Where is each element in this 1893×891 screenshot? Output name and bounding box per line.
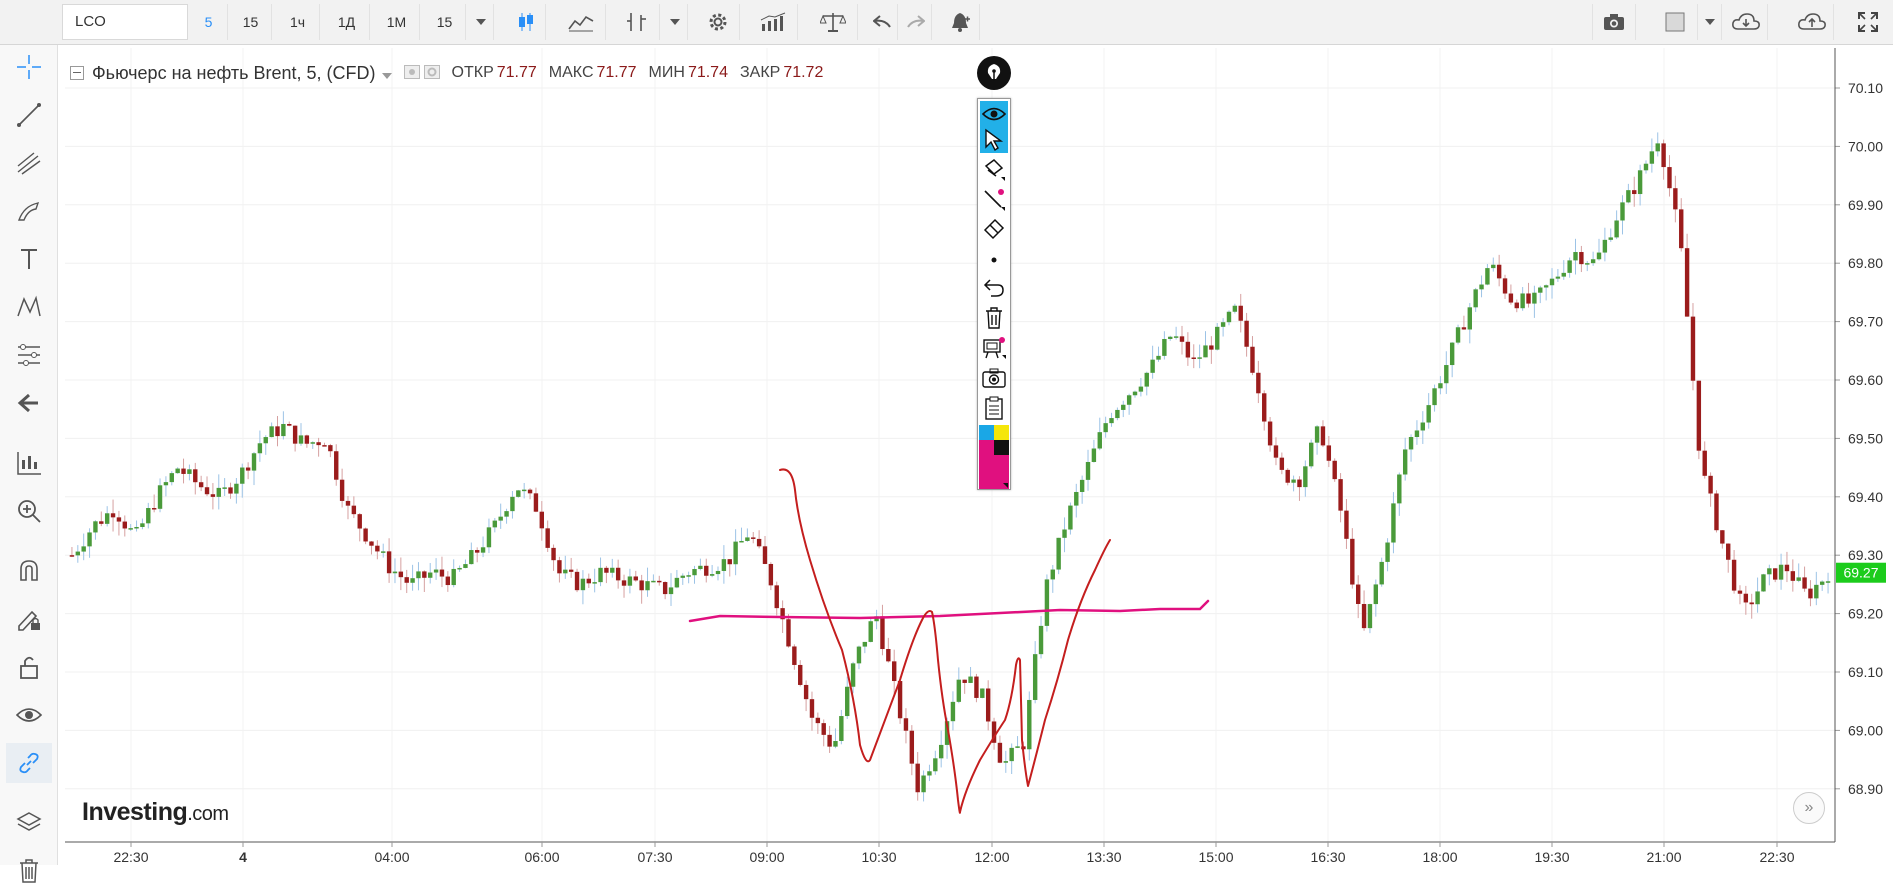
candle [1761, 573, 1766, 592]
candle [1696, 380, 1702, 460]
x-tick-label: 15:00 [1198, 849, 1233, 865]
y-tick-label: 69.00 [1848, 722, 1883, 738]
y-tick-label: 69.70 [1848, 314, 1883, 330]
x-tick-label: 10:30 [861, 849, 896, 865]
x-tick-label: 22:30 [1759, 849, 1794, 865]
instrument-title: Фьючерс на нефть Brent, 5, (CFD) [92, 62, 376, 83]
presentation-board-icon[interactable] [980, 335, 1008, 361]
y-tick-label: 69.30 [1848, 547, 1883, 563]
high-label: МАКС [548, 64, 594, 81]
y-tick-label: 68.90 [1848, 781, 1883, 797]
x-tick-label: 18:00 [1422, 849, 1457, 865]
candle [516, 489, 521, 498]
legend-dropdown-icon[interactable] [381, 63, 392, 84]
low-value: 71.74 [687, 64, 728, 81]
undo-stroke-icon[interactable] [980, 275, 1008, 301]
y-tick-label: 70.00 [1848, 138, 1883, 154]
pen-extension-icon[interactable] [977, 56, 1011, 90]
x-tick-label: 16:30 [1310, 849, 1345, 865]
candle [980, 688, 985, 699]
y-tick-label: 69.20 [1848, 606, 1883, 622]
screenshot-camera-icon[interactable] [980, 365, 1008, 391]
close-label: ЗАКР [739, 64, 781, 81]
candle [1332, 458, 1337, 482]
candle [1379, 557, 1384, 587]
x-tick-label: 21:00 [1646, 849, 1681, 865]
x-tick-label: 19:30 [1534, 849, 1569, 865]
low-label: МИН [648, 64, 685, 81]
candle [1714, 490, 1719, 533]
visibility-eye-icon[interactable] [980, 101, 1008, 127]
clipboard-icon[interactable] [980, 395, 1008, 421]
x-tick-label: 13:30 [1086, 849, 1121, 865]
candle [574, 568, 580, 593]
x-tick-label: 22:30 [113, 849, 148, 865]
y-tick-label: 69.50 [1848, 430, 1883, 446]
candle [1044, 574, 1050, 632]
candle [1215, 322, 1220, 351]
open-value: 71.77 [496, 64, 537, 81]
x-tick-label: 09:00 [749, 849, 784, 865]
y-tick-label: 69.10 [1848, 664, 1883, 680]
pen-draw-icon[interactable] [980, 157, 1008, 183]
y-tick-label: 69.80 [1848, 255, 1883, 271]
last-price-label: 69.27 [1843, 565, 1878, 581]
candle [1056, 537, 1061, 575]
line-tool-icon[interactable] [980, 187, 1008, 213]
clear-trash-icon[interactable] [980, 305, 1008, 331]
candle [1309, 439, 1314, 469]
scroll-to-realtime-button[interactable]: » [1793, 792, 1825, 824]
legend-settings-icon[interactable] [423, 63, 440, 84]
x-tick-label: 06:00 [524, 849, 559, 865]
x-tick-label: 04:00 [374, 849, 409, 865]
x-tick-label: 4 [239, 849, 247, 865]
price-chart[interactable]: 70.10 70.00 69.90 69.80 69.70 69.60 69.50 69.40… [0, 0, 1893, 865]
color-palette[interactable] [979, 425, 1009, 489]
collapse-legend-icon[interactable] [70, 66, 84, 80]
y-tick-label: 69.40 [1848, 489, 1883, 505]
drawing-panel [977, 98, 1011, 490]
open-label: ОТКР [451, 64, 494, 81]
chart-legend: Фьючерс на нефть Brent, 5, (CFD) ОТКР 71… [70, 60, 823, 86]
candle [1455, 324, 1461, 345]
brush-size-dot-icon[interactable] [980, 247, 1008, 273]
y-tick-label: 69.90 [1848, 197, 1883, 213]
y-tick-label: 70.10 [1848, 80, 1883, 96]
investing-logo: Investing.com [82, 798, 229, 826]
high-value: 71.77 [596, 64, 637, 81]
select-cursor-icon[interactable] [980, 127, 1008, 153]
x-tick-label: 07:30 [637, 849, 672, 865]
eraser-icon[interactable] [980, 215, 1008, 241]
x-tick-label: 12:00 [974, 849, 1009, 865]
close-value: 71.72 [783, 64, 824, 81]
legend-eye-icon[interactable] [403, 63, 420, 84]
y-tick-label: 69.60 [1848, 372, 1883, 388]
